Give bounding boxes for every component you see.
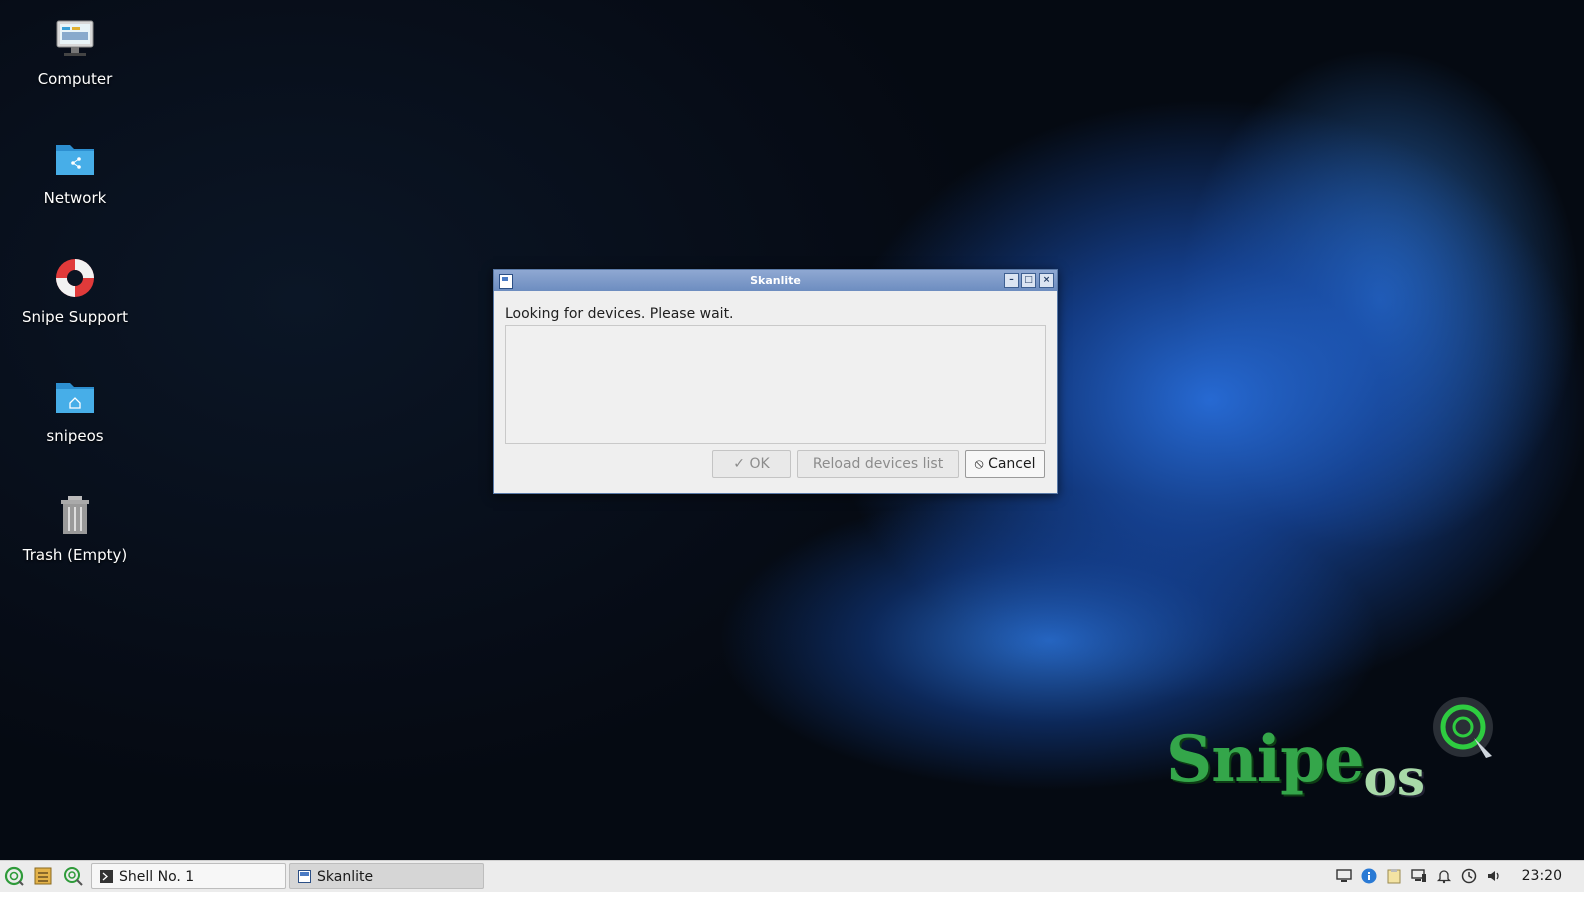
info-icon[interactable] (1361, 868, 1377, 884)
ok-button[interactable]: ✓ OK (712, 450, 791, 478)
snipe-menu-icon[interactable] (4, 866, 24, 886)
close-icon: × (1042, 275, 1051, 285)
brand-text-main: Snipe (1166, 722, 1365, 797)
task-label: Shell No. 1 (119, 869, 195, 885)
dialog-titlebar[interactable]: Skanlite – □ × (494, 270, 1057, 291)
desktop-icon-snipe-support[interactable]: Snipe Support (14, 256, 136, 326)
desktop-icon-computer[interactable]: Computer (14, 18, 136, 88)
task-label: Skanlite (317, 869, 374, 885)
network-icon[interactable] (1411, 868, 1427, 884)
clipboard-icon[interactable] (1386, 868, 1402, 884)
file-manager-icon[interactable] (33, 866, 53, 886)
trash-icon (61, 496, 89, 534)
ok-button-label: OK (749, 456, 770, 472)
desktop-icon-label: Computer (37, 70, 113, 88)
network-folder-icon (56, 145, 94, 175)
lifebuoy-icon (56, 259, 94, 297)
clock[interactable]: 23:20 (1522, 868, 1562, 884)
desktop-icon-label: snipeos (46, 427, 104, 445)
minimize-button[interactable]: – (1004, 273, 1019, 288)
terminal-icon (100, 870, 113, 883)
update-icon[interactable] (1461, 868, 1477, 884)
search-icon[interactable] (63, 866, 83, 886)
cancel-button[interactable]: ⦸ Cancel (965, 450, 1045, 478)
checkmark-icon: ✓ (733, 456, 746, 472)
maximize-icon: □ (1024, 275, 1033, 285)
home-folder-icon (56, 383, 94, 413)
display-icon[interactable] (1336, 868, 1352, 884)
reload-devices-button[interactable]: Reload devices list (797, 450, 959, 478)
desktop-icon-trash[interactable]: Trash (Empty) (14, 494, 136, 564)
minimize-icon: – (1009, 275, 1014, 285)
devices-list[interactable] (505, 325, 1046, 444)
skanlite-icon (298, 870, 311, 883)
status-message: Looking for devices. Please wait. (505, 306, 734, 322)
desktop-icon-home[interactable]: snipeos (14, 375, 136, 445)
task-button-shell[interactable]: Shell No. 1 (91, 863, 286, 889)
desktop-icon-label: Trash (Empty) (22, 546, 128, 564)
volume-icon[interactable] (1486, 868, 1502, 884)
reload-button-label: Reload devices list (812, 456, 944, 472)
task-button-skanlite[interactable]: Skanlite (289, 863, 484, 889)
notification-bell-icon[interactable] (1436, 868, 1452, 884)
computer-icon (56, 20, 94, 56)
desktop-icon-network[interactable]: Network (14, 137, 136, 207)
wallpaper-brand-logo: Snipeos (1166, 722, 1425, 807)
desktop: Computer Network Snipe Support snipeos T… (0, 0, 1584, 868)
desktop-icon-label: Network (43, 189, 107, 207)
system-tray: 23:20 (1336, 861, 1576, 892)
desktop-icon-label: Snipe Support (21, 308, 128, 326)
dialog-title: Skanlite (750, 274, 801, 287)
cancel-button-label: Cancel (988, 456, 1036, 472)
snipe-logo-icon (1433, 697, 1493, 758)
brand-text-sub: os (1363, 748, 1426, 807)
close-button[interactable]: × (1039, 273, 1054, 288)
skanlite-dialog: Skanlite – □ × Looking for devices. Plea… (493, 269, 1058, 494)
taskbar: Shell No. 1 Skanlite 23:20 (0, 860, 1584, 892)
maximize-button[interactable]: □ (1021, 273, 1036, 288)
cancel-icon: ⦸ (974, 456, 984, 472)
